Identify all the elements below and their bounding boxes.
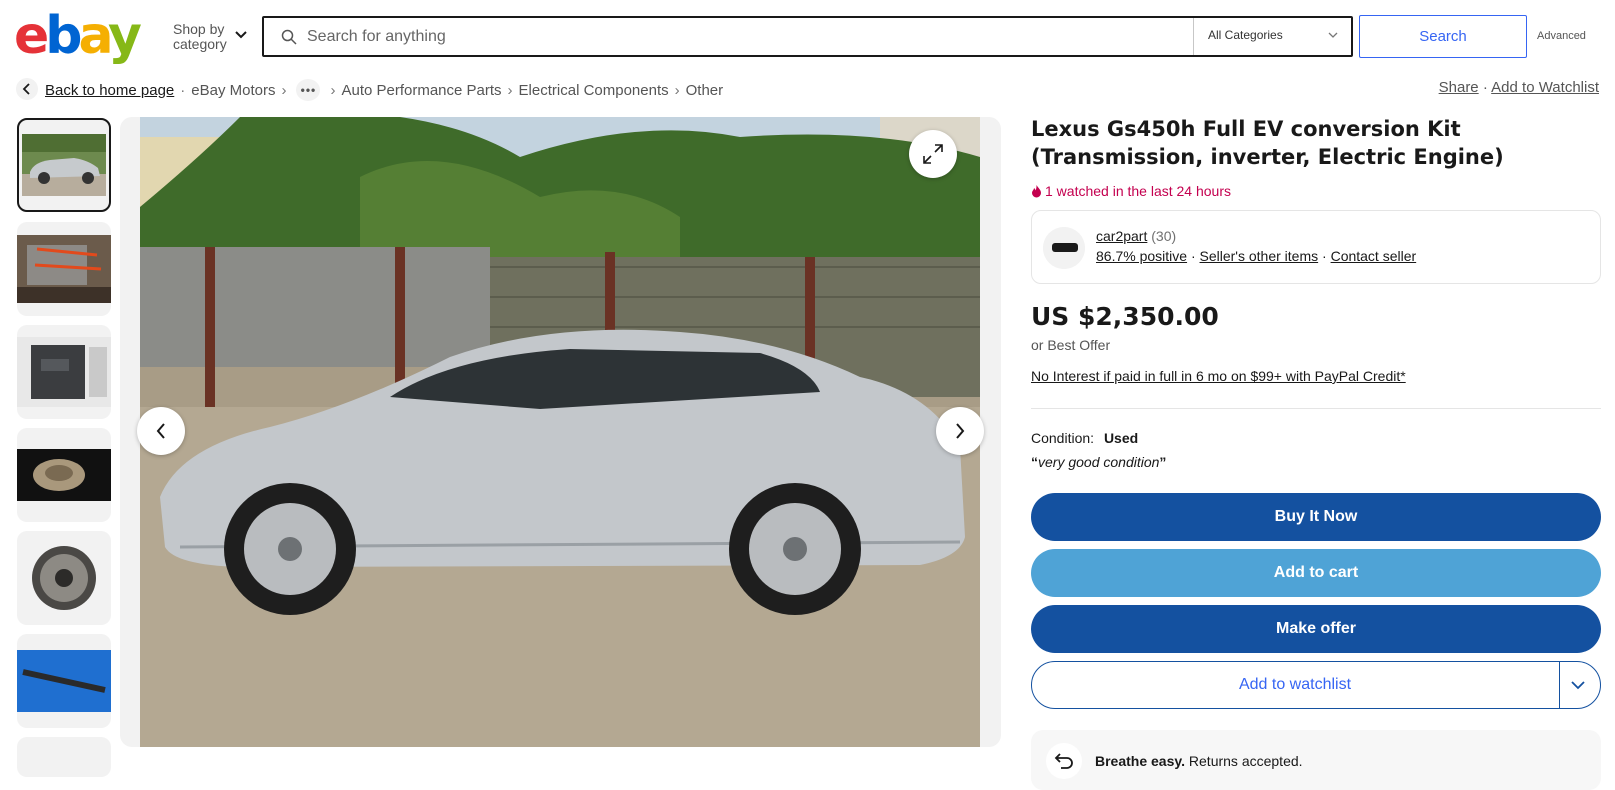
listing-title: Lexus Gs450h Full EV conversion Kit (Tra… <box>1031 117 1504 169</box>
fire-icon <box>1032 184 1041 197</box>
thumbnail-inverter-box[interactable] <box>17 325 111 419</box>
page-actions: Share · Add to Watchlist <box>1439 79 1599 96</box>
returns-bold: Breathe easy. <box>1095 753 1186 769</box>
quote-open: “ <box>1031 454 1038 470</box>
condition-row: Condition: Used <box>1031 430 1138 446</box>
add-to-cart-button[interactable]: Add to cart <box>1031 549 1601 597</box>
thumbnail-engine-bay[interactable] <box>17 222 111 316</box>
next-image-button[interactable] <box>936 407 984 455</box>
watch-count-signal: 1 watched in the last 24 hours <box>1031 183 1231 199</box>
watched-text: 1 watched in the last 24 hours <box>1045 183 1232 199</box>
breadcrumb-electrical-components[interactable]: Electrical Components <box>519 82 669 99</box>
breadcrumb-separator: › <box>507 81 513 99</box>
price: US $2,350.00 <box>1031 302 1219 331</box>
seller-name-link[interactable]: car2part <box>1096 228 1147 244</box>
advanced-search-link[interactable]: Advanced <box>1537 30 1586 42</box>
seller-avatar[interactable] <box>1043 227 1085 269</box>
shop-by-category-button[interactable]: Shop by category <box>173 22 227 52</box>
thumbnail-more[interactable] <box>17 737 111 777</box>
search-button[interactable]: Search <box>1359 15 1527 58</box>
expand-icon <box>923 144 943 164</box>
seller-other-items-link[interactable]: Seller's other items <box>1200 248 1319 264</box>
seller-positive-feedback-link[interactable]: 86.7% positive <box>1096 248 1187 264</box>
quote-close: ” <box>1159 454 1167 470</box>
category-divider <box>1193 18 1194 55</box>
contact-seller-link[interactable]: Contact seller <box>1331 248 1417 264</box>
section-divider <box>1031 408 1601 409</box>
more-breadcrumbs-button[interactable]: ••• <box>296 79 321 101</box>
breadcrumb-separator: › <box>674 81 680 99</box>
back-button[interactable] <box>16 78 38 100</box>
fullscreen-button[interactable] <box>909 130 957 178</box>
buy-it-now-button[interactable]: Buy It Now <box>1031 493 1601 541</box>
returns-text: Breathe easy. Returns accepted. <box>1095 753 1303 769</box>
breadcrumb-separator: · <box>180 81 186 99</box>
back-to-home-link[interactable]: Back to home page <box>45 82 174 99</box>
condition-description: “very good condition” <box>1031 454 1166 470</box>
seller-links: 86.7% positive · Seller's other items · … <box>1096 248 1416 264</box>
actions-separator: · <box>1482 79 1488 96</box>
breadcrumb-auto-performance-parts[interactable]: Auto Performance Parts <box>341 82 501 99</box>
best-offer-label: or Best Offer <box>1031 337 1111 353</box>
seller-links-separator: · <box>1322 248 1327 264</box>
thumbnail-driveshaft[interactable] <box>17 634 111 728</box>
previous-image-button[interactable] <box>137 407 185 455</box>
seller-card <box>1031 210 1601 284</box>
watchlist-split-divider <box>1559 662 1560 708</box>
thumbnail-motor[interactable] <box>17 428 111 522</box>
lexus-car-photo <box>140 117 980 747</box>
engine-bay-photo <box>17 235 111 303</box>
chevron-left-icon <box>156 423 165 439</box>
ebay-logo[interactable]: ebay <box>14 10 142 62</box>
breadcrumb-ebay-motors[interactable]: eBay Motors <box>191 82 275 99</box>
car-side-photo <box>22 134 106 196</box>
chevron-down-icon[interactable] <box>1328 32 1338 39</box>
paypal-credit-link[interactable]: No Interest if paid in full in 6 mo on $… <box>1031 368 1406 384</box>
driveshaft-photo <box>17 650 111 712</box>
chevron-left-icon <box>22 83 30 95</box>
thumbnail-clutch-disc[interactable] <box>17 531 111 625</box>
returns-detail: Returns accepted. <box>1188 753 1303 769</box>
search-icon <box>281 29 297 45</box>
seller-info: car2part (30) <box>1096 228 1176 244</box>
make-offer-button[interactable]: Make offer <box>1031 605 1601 653</box>
inverter-box-photo <box>17 337 111 407</box>
condition-note-text: very good condition <box>1038 454 1160 470</box>
breadcrumb-other[interactable]: Other <box>686 82 724 99</box>
clutch-disc-photo <box>32 546 96 610</box>
thumbnail-car-side[interactable] <box>17 118 111 212</box>
shop-by-label: Shop by <box>173 21 225 37</box>
return-arrow-icon <box>1054 753 1073 769</box>
share-link[interactable]: Share <box>1439 79 1479 96</box>
search-input[interactable] <box>305 21 1189 53</box>
returns-icon-wrap <box>1046 743 1082 779</box>
motor-photo <box>17 449 111 501</box>
seller-feedback-count: (30) <box>1151 228 1177 244</box>
breadcrumb-separator: › <box>281 81 287 99</box>
chevron-right-icon <box>956 423 965 439</box>
seller-links-separator: · <box>1190 248 1196 264</box>
chevron-down-icon[interactable] <box>1570 676 1586 694</box>
add-to-watchlist-label[interactable]: Add to watchlist <box>1031 661 1559 709</box>
category-label: category <box>173 36 227 52</box>
breadcrumb-separator: › <box>330 81 336 99</box>
seller-logo-image <box>1043 227 1085 269</box>
chevron-down-icon[interactable] <box>234 30 248 40</box>
main-product-image[interactable] <box>120 117 1001 747</box>
breadcrumb: Back to home page · eBay Motors › ••• › … <box>45 79 723 101</box>
condition-value: Used <box>1103 430 1139 446</box>
category-select[interactable]: All Categories <box>1208 28 1283 42</box>
condition-label: Condition: <box>1031 430 1095 446</box>
add-to-watchlist-link[interactable]: Add to Watchlist <box>1491 79 1599 96</box>
